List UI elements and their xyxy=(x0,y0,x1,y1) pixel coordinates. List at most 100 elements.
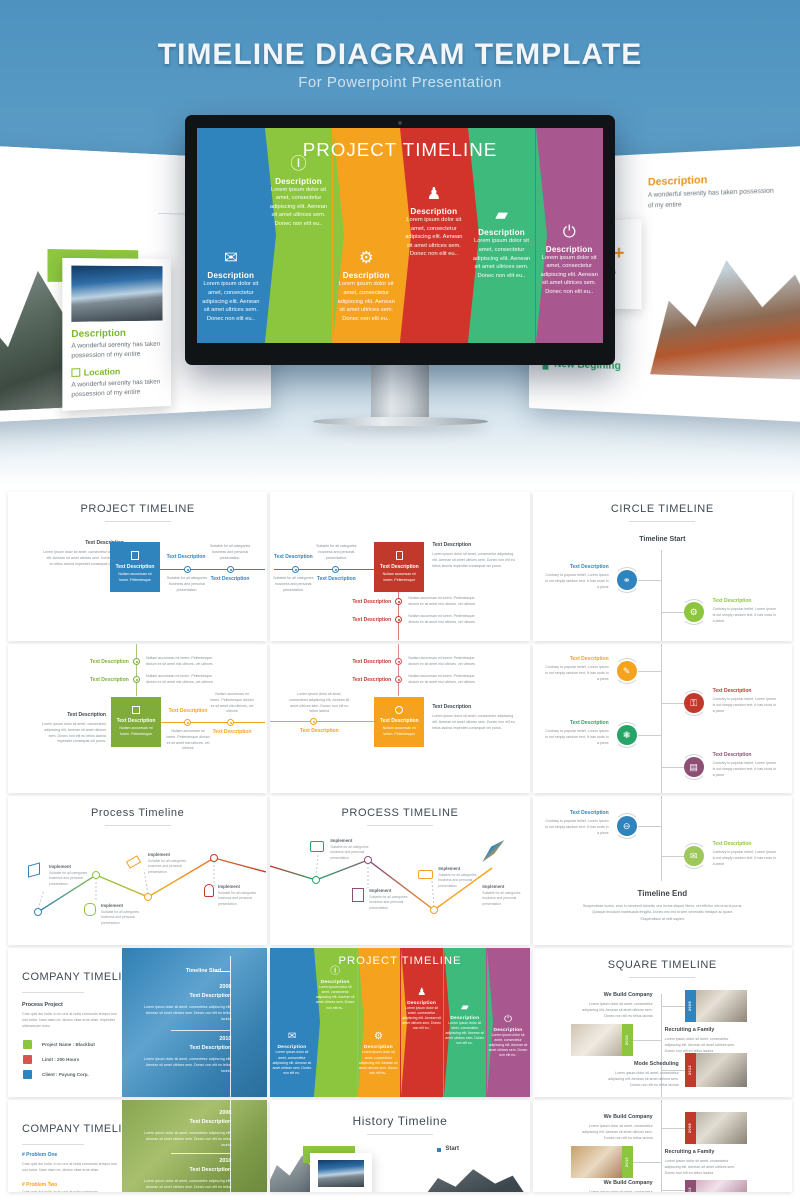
entry-2-body: Lorem ipsum dolor sit amet, consectetur … xyxy=(608,1071,679,1087)
bullet-square xyxy=(437,1148,442,1152)
monitor-stand-neck xyxy=(371,365,429,417)
slide-canvas: Text Description Suitable for all catego… xyxy=(270,492,530,641)
timeline-node[interactable] xyxy=(133,658,140,665)
highlight-box[interactable]: Text Description Nullam accumsan mi lore… xyxy=(374,542,425,592)
entry-2-heading: Recruiting a Family xyxy=(664,1149,715,1155)
circle-node-1[interactable]: ⊖ xyxy=(613,813,640,839)
slide-thumb-process-timeline-1[interactable]: Process Timeline Implement Suitable for … xyxy=(8,796,268,945)
column-body: Lorem ipsum dolor sit amet, consectetur … xyxy=(315,984,355,1010)
column-content: Ⓘ Description Lorem ipsum dolor sit amet, … xyxy=(267,150,331,229)
timeline-node[interactable] xyxy=(292,566,300,573)
timeline-node[interactable] xyxy=(227,566,234,573)
slide-canvas: SQUARE TIMELINE 2008 We Build Company Lo… xyxy=(532,948,792,1097)
circle-node-2[interactable]: ⚙ xyxy=(680,599,707,625)
archive-icon: ▤ xyxy=(683,757,704,777)
slide-title: COMPANY TIMELINE xyxy=(22,971,139,983)
node4-heading: Text Description xyxy=(712,752,752,758)
slide-thumb-circle-timeline-end[interactable]: ⊖ Text Description Contrary to popular b… xyxy=(532,796,792,945)
circle-node-1[interactable]: ⚭ xyxy=(613,567,640,593)
node2-body: Suitable for all categories business and… xyxy=(316,544,357,560)
slide-thumb-square-timeline[interactable]: SQUARE TIMELINE 2008 We Build Company Lo… xyxy=(532,948,792,1097)
node1-heading: Text Description xyxy=(168,708,208,714)
slide-thumb-circle-timeline-mid[interactable]: ✎ Text Description Contrary to popular b… xyxy=(532,644,792,793)
panel-entry-2-body: Lorem ipsum dolor sit amet, consectetur … xyxy=(143,1057,232,1073)
panel-entry-1-body: Lorem ipsum dolor sit amet, consectetur … xyxy=(143,1131,232,1147)
timeline-node[interactable] xyxy=(227,719,234,726)
card-location-body: A wonderful serenity has taken possessio… xyxy=(71,378,161,399)
column-content: Ⓘ Description Lorem ipsum dolor sit amet, … xyxy=(315,963,356,1011)
node2-body: Suitable for all categories business and… xyxy=(209,544,251,560)
circle-node-1[interactable]: ✎ xyxy=(613,658,640,684)
right-heading: Text Description xyxy=(432,542,472,548)
webcam-icon xyxy=(398,121,402,125)
column-content: ▰ Description Lorem ipsum dolor sit amet, … xyxy=(470,205,534,280)
step4-heading: Implement xyxy=(482,884,505,889)
clipboard-icon: ✎ xyxy=(616,661,637,681)
slide-thumb-square-timeline-2[interactable]: 2008 We Build Company Lorem ipsum dolor … xyxy=(532,1100,792,1192)
node3-body: Contrary to popular belief, Lorem Ipsum … xyxy=(545,729,609,745)
slide-thumb-project-timeline-red[interactable]: Text Description Suitable for all catego… xyxy=(270,492,530,641)
entry-3-connector xyxy=(660,1190,685,1191)
highlight-box[interactable]: Text Description Nullam accumsan mi lore… xyxy=(111,697,161,747)
column-body: Lorem ipsum dolor sit amet, consectetur … xyxy=(272,1050,312,1076)
left-photo-card: Description A wonderful serenity has tak… xyxy=(62,257,171,412)
process-node-3[interactable] xyxy=(144,893,152,901)
node1-body: Contrary to popular belief, Lorem Ipsum … xyxy=(545,573,609,589)
box-heading: Text Description xyxy=(379,563,419,570)
entry-1-year: 2008 xyxy=(684,1112,696,1144)
column-body: Lorem ipsum dolor sit amet, consectetur … xyxy=(269,186,328,228)
slide-thumb-company-timeline-green[interactable]: COMPANY TIMELINE # Problem One Cras quis… xyxy=(8,1100,268,1192)
circle-node-2[interactable]: ✉ xyxy=(680,843,707,869)
highlight-box[interactable]: Text Description Nullam accumsan mi lore… xyxy=(374,697,425,747)
slide-thumb-project-timeline-orange[interactable]: Text Description Nullam accumsan mi lore… xyxy=(270,644,530,793)
page-subtitle: For Powerpoint Presentation xyxy=(298,74,502,91)
slide-thumb-history-timeline[interactable]: History Timeline Description Start xyxy=(270,1100,530,1192)
timeline-node[interactable] xyxy=(395,658,403,665)
column-content: ✉ Description Lorem ipsum dolor sit amet, … xyxy=(272,1031,313,1076)
circle-node-3[interactable]: ❃ xyxy=(613,722,640,748)
circle-node-4[interactable]: ▤ xyxy=(680,754,707,780)
problem-2-heading: # Problem Two xyxy=(22,1182,58,1188)
title-rule xyxy=(366,1134,433,1135)
timeline-node[interactable] xyxy=(184,566,191,573)
slide-thumb-process-timeline-2[interactable]: PROCESS TIMELINE Implement Suitable for … xyxy=(270,796,530,945)
process-node-4[interactable] xyxy=(210,854,218,862)
entry-3-connector xyxy=(660,1070,685,1071)
circle-node-2[interactable]: ⚿ xyxy=(680,690,707,716)
panel-entry-1-year: 2008 xyxy=(219,984,232,990)
timeline-node[interactable] xyxy=(395,676,403,683)
right-heading: Text Description xyxy=(432,704,472,710)
timeline-node[interactable] xyxy=(395,616,403,623)
highlight-box[interactable]: Text Description Nullam accumsan mi lore… xyxy=(110,542,160,592)
slide-thumb-project-timeline-color[interactable]: ✉ Description Lorem ipsum dolor sit amet, … xyxy=(270,948,530,1097)
process-line xyxy=(270,853,493,911)
timeline-node[interactable] xyxy=(184,719,191,726)
key-icon: ⚿ xyxy=(683,693,704,713)
timeline-node[interactable] xyxy=(332,566,340,573)
left-heading: Text Description xyxy=(299,728,339,734)
node1-heading: Text Description xyxy=(569,656,609,662)
mountain-graphic xyxy=(650,229,800,382)
photo-thumbnail xyxy=(318,1160,365,1187)
slide-canvas: PROJECT TIMELINE Text Description Lorem … xyxy=(8,492,268,641)
timeline-node[interactable] xyxy=(133,676,140,683)
timeline-column-1[interactable]: ✉ Description Lorem ipsum dolor sit amet, … xyxy=(270,948,321,1097)
mountain-graphic xyxy=(420,1169,530,1192)
process-node-1[interactable] xyxy=(34,908,42,916)
timeline-node[interactable] xyxy=(395,598,403,605)
entry-3-body: Lorem ipsum dolor sit amet, consectetur xyxy=(588,1190,653,1192)
slide-canvas: 2008 We Build Company Lorem ipsum dolor … xyxy=(532,1100,792,1192)
slide-thumb-project-timeline-blue[interactable]: PROJECT TIMELINE Text Description Lorem … xyxy=(8,492,268,641)
column-body: Lorem ipsum dolor sit amet, consectetur … xyxy=(202,281,260,322)
column-content: ⚙ Description Lorem ipsum dolor sit amet, … xyxy=(358,1031,399,1076)
timeline-node[interactable] xyxy=(310,718,318,725)
power-icon: ⏻ xyxy=(504,1013,512,1025)
node1-body: Suitable for all categories business and… xyxy=(166,576,208,592)
slide-thumb-circle-timeline[interactable]: CIRCLE TIMELINE Timeline Start ⚭ Text De… xyxy=(532,492,792,641)
panel-entry-1-heading: Text Description xyxy=(189,1119,232,1125)
above1-heading: Text Description xyxy=(352,659,392,665)
slide-thumb-project-timeline-green[interactable]: Text Description Nullam accumsan mi lore… xyxy=(8,644,268,793)
step3-heading: Implement xyxy=(438,866,461,871)
slide-thumb-company-timeline-blue[interactable]: COMPANY TIMELINE Process Project Cras qu… xyxy=(8,948,268,1097)
below1-heading: Text Description xyxy=(352,599,392,605)
